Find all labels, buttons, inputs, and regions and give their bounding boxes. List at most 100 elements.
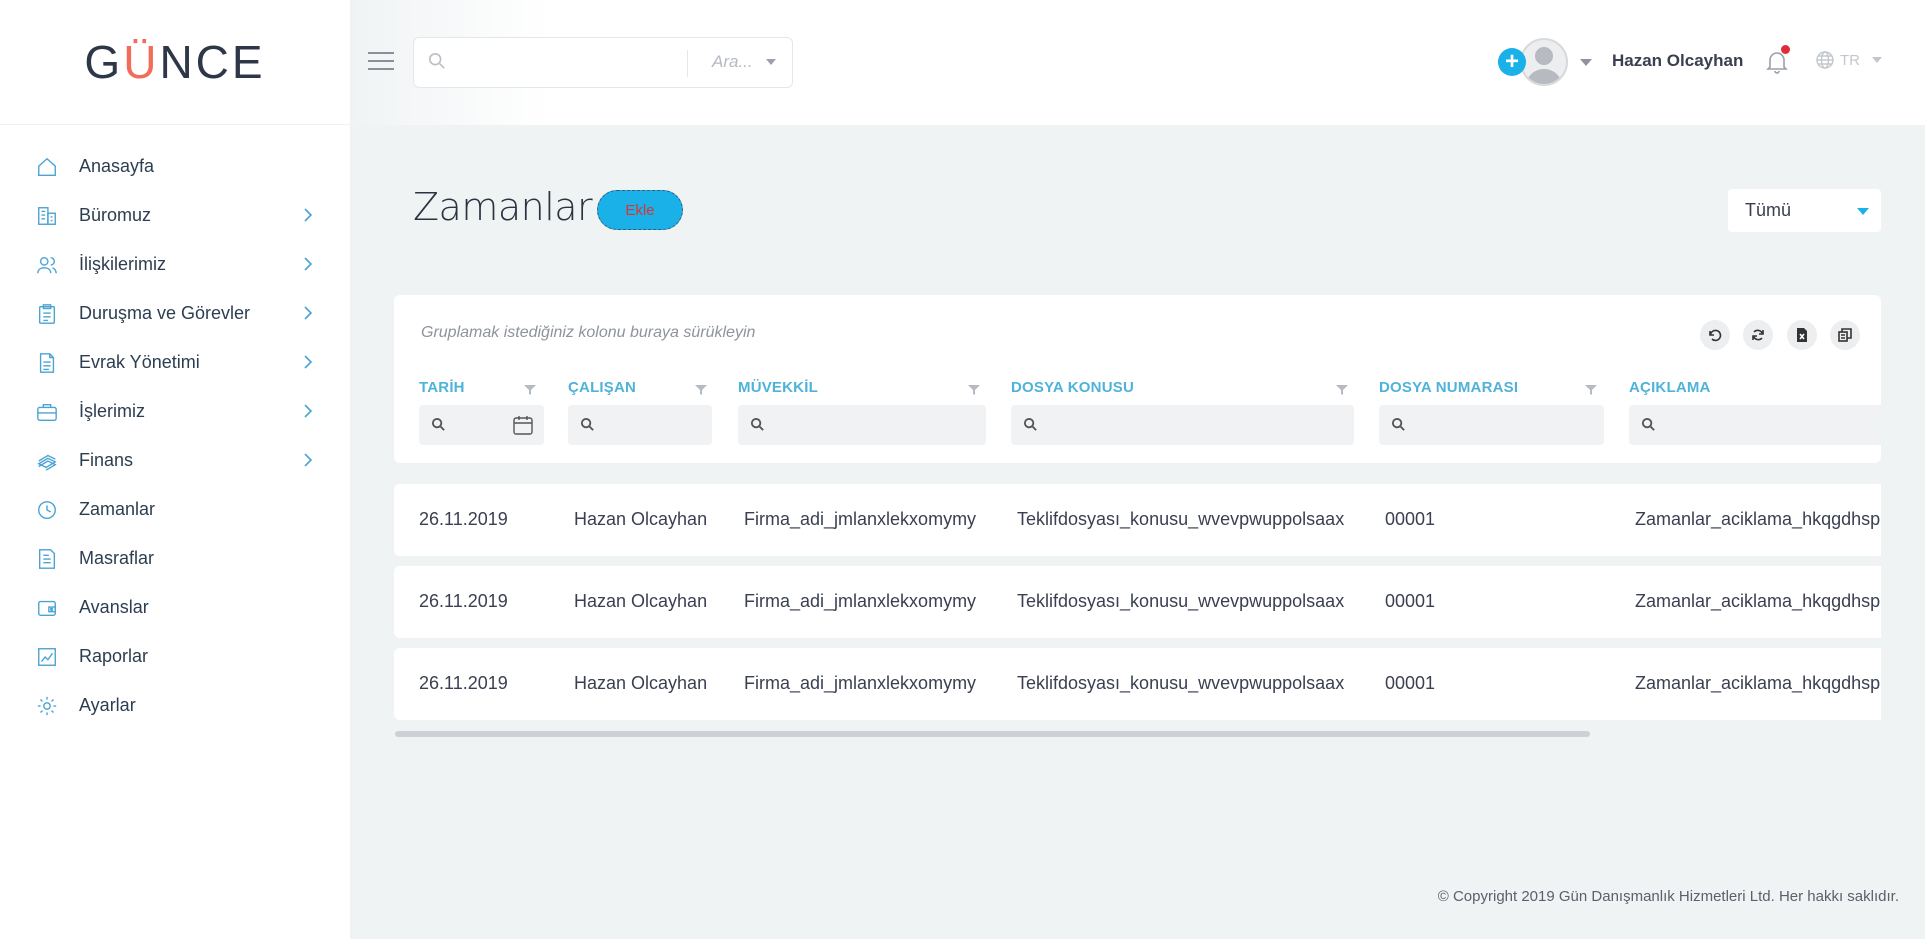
- language-selector[interactable]: TR: [1815, 50, 1882, 70]
- filter-dosya-konusu-input[interactable]: [1011, 405, 1354, 445]
- grid-body: 26.11.2019 Hazan Olcayhan Firma_adi_jmla…: [394, 484, 1881, 724]
- column-header-tarih[interactable]: TARİH: [419, 379, 465, 396]
- chart-icon: [36, 646, 58, 668]
- avatar[interactable]: [1520, 38, 1568, 86]
- filter-tarih-input[interactable]: [419, 405, 544, 445]
- gear-icon: [36, 695, 58, 717]
- filter-icon[interactable]: [695, 383, 707, 395]
- filter-muvekkil-input[interactable]: [738, 405, 986, 445]
- filter-icon[interactable]: [1585, 383, 1597, 395]
- cell-tarih: 26.11.2019: [419, 509, 508, 529]
- wallet-icon: [36, 597, 58, 619]
- sidebar-item-buromuz[interactable]: Büromuz: [0, 191, 350, 240]
- status-filter-select[interactable]: Tümü: [1728, 189, 1881, 232]
- calendar-icon[interactable]: [512, 414, 534, 436]
- search-input[interactable]: [458, 48, 628, 78]
- sidebar-item-iliskilerimiz[interactable]: İlişkilerimiz: [0, 240, 350, 289]
- undo-icon: [1709, 329, 1722, 342]
- table-row[interactable]: 26.11.2019 Hazan Olcayhan Firma_adi_jmla…: [394, 648, 1881, 720]
- cell-dosya-konusu: Teklifdosyası_konusu_wvevpwuppolsaax: [1017, 673, 1345, 693]
- table-row[interactable]: 26.11.2019 Hazan Olcayhan Firma_adi_jmla…: [394, 484, 1881, 556]
- refresh-button[interactable]: [1743, 320, 1773, 350]
- column-header-dosya-numarasi[interactable]: DOSYA NUMARASI: [1379, 379, 1518, 396]
- filter-tarih-field[interactable]: [455, 410, 495, 440]
- globe-icon: [1816, 51, 1834, 69]
- sidebar-item-islerimiz[interactable]: İşlerimiz: [0, 387, 350, 436]
- cell-dosya-numarasi: 00001: [1385, 591, 1436, 611]
- sidebar-item-evrak-yonetimi[interactable]: Evrak Yönetimi: [0, 338, 350, 387]
- clipboard-icon: [36, 303, 58, 325]
- global-search[interactable]: Ara...: [413, 37, 793, 88]
- sidebar-item-label: Anasayfa: [79, 156, 155, 176]
- sidebar-item-label: Finans: [79, 450, 134, 470]
- add-button[interactable]: Ekle: [597, 190, 683, 230]
- filter-icon[interactable]: [968, 383, 980, 395]
- column-header-muvekkil[interactable]: MÜVEKKİL: [738, 379, 818, 396]
- sidebar-item-finans[interactable]: Finans: [0, 436, 350, 485]
- cell-aciklama: Zamanlar_aciklama_hkqgdhsp: [1635, 673, 1881, 693]
- search-scope-select[interactable]: Ara...: [712, 52, 753, 72]
- export-excel-button[interactable]: [1787, 320, 1817, 350]
- sidebar-item-raporlar[interactable]: Raporlar: [0, 632, 350, 681]
- filter-icon[interactable]: [1336, 383, 1348, 395]
- filter-dosya-konusu-field[interactable]: [1047, 410, 1337, 440]
- search-icon: [1023, 417, 1039, 433]
- cell-dosya-numarasi: 00001: [1385, 673, 1436, 693]
- horizontal-scrollbar[interactable]: [395, 731, 1590, 737]
- users-icon: [36, 254, 58, 276]
- sidebar-nav: Anasayfa Büromuz İlişkilerimiz Duruşma v…: [0, 142, 350, 730]
- column-header-aciklama[interactable]: AÇIKLAMA: [1629, 379, 1711, 396]
- logo[interactable]: G Ü NCE: [84, 35, 265, 89]
- column-header-dosya-konusu[interactable]: DOSYA KONUSU: [1011, 379, 1134, 396]
- sidebar-item-label: Ayarlar: [79, 695, 136, 715]
- search-icon: [580, 417, 596, 433]
- cell-tarih: 26.11.2019: [419, 673, 508, 693]
- sidebar-item-label: Masraflar: [79, 548, 155, 568]
- search-icon: [431, 417, 447, 433]
- column-chooser-button[interactable]: [1830, 320, 1860, 350]
- sidebar-item-durusma-ve-gorevler[interactable]: Duruşma ve Görevler: [0, 289, 350, 338]
- filter-calisan-input[interactable]: [568, 405, 712, 445]
- sidebar-item-label: Büromuz: [79, 205, 152, 225]
- status-filter-value: Tümü: [1745, 200, 1792, 220]
- quick-add-button[interactable]: +: [1498, 48, 1526, 76]
- sidebar-item-ayarlar[interactable]: Ayarlar: [0, 681, 350, 730]
- sidebar-item-label: İşlerimiz: [79, 401, 145, 421]
- filter-icon[interactable]: [524, 383, 536, 395]
- reset-layout-button[interactable]: [1700, 320, 1730, 350]
- chevron-down-icon: [766, 59, 776, 65]
- cell-dosya-konusu: Teklifdosyası_konusu_wvevpwuppolsaax: [1017, 591, 1345, 611]
- chevron-right-icon: [303, 208, 313, 222]
- group-panel-hint[interactable]: Gruplamak istediğiniz kolonu buraya sürü…: [421, 324, 755, 342]
- sidebar-item-anasayfa[interactable]: Anasayfa: [0, 142, 350, 191]
- sidebar-item-avanslar[interactable]: Avanslar: [0, 583, 350, 632]
- cell-dosya-numarasi: 00001: [1385, 509, 1436, 529]
- search-icon: [1391, 417, 1407, 433]
- building-icon: [36, 205, 58, 227]
- filter-dosya-numarasi-input[interactable]: [1379, 405, 1604, 445]
- chevron-right-icon: [303, 306, 313, 320]
- filter-muvekkil-field[interactable]: [774, 410, 974, 440]
- sidebar-item-label: Evrak Yönetimi: [79, 352, 200, 372]
- filter-dosya-numarasi-field[interactable]: [1415, 410, 1590, 440]
- copyright-footer: © Copyright 2019 Gün Danışmanlık Hizmetl…: [1437, 888, 1899, 905]
- filter-aciklama-input[interactable]: [1629, 405, 1881, 445]
- search-icon: [750, 417, 766, 433]
- cell-dosya-konusu: Teklifdosyası_konusu_wvevpwuppolsaax: [1017, 509, 1345, 529]
- column-header-calisan[interactable]: ÇALIŞAN: [568, 379, 636, 396]
- filter-calisan-field[interactable]: [604, 410, 699, 440]
- briefcase-icon: [36, 401, 58, 423]
- grid-header-panel: Gruplamak istediğiniz kolonu buraya sürü…: [394, 295, 1881, 463]
- sidebar-item-masraflar[interactable]: Masraflar: [0, 534, 350, 583]
- top-header: Ara... + Hazan Olcayhan TR: [350, 0, 1925, 125]
- user-name[interactable]: Hazan Olcayhan: [1612, 51, 1743, 71]
- user-menu-caret-icon[interactable]: [1580, 59, 1592, 66]
- menu-toggle-icon[interactable]: [368, 52, 394, 72]
- table-row[interactable]: 26.11.2019 Hazan Olcayhan Firma_adi_jmla…: [394, 566, 1881, 638]
- sidebar-item-zamanlar[interactable]: Zamanlar: [0, 485, 350, 534]
- search-icon: [428, 52, 448, 72]
- chevron-right-icon: [303, 404, 313, 418]
- sidebar-item-label: İlişkilerimiz: [79, 254, 166, 274]
- cell-aciklama: Zamanlar_aciklama_hkqgdhsp: [1635, 509, 1881, 529]
- filter-aciklama-field[interactable]: [1665, 410, 1865, 440]
